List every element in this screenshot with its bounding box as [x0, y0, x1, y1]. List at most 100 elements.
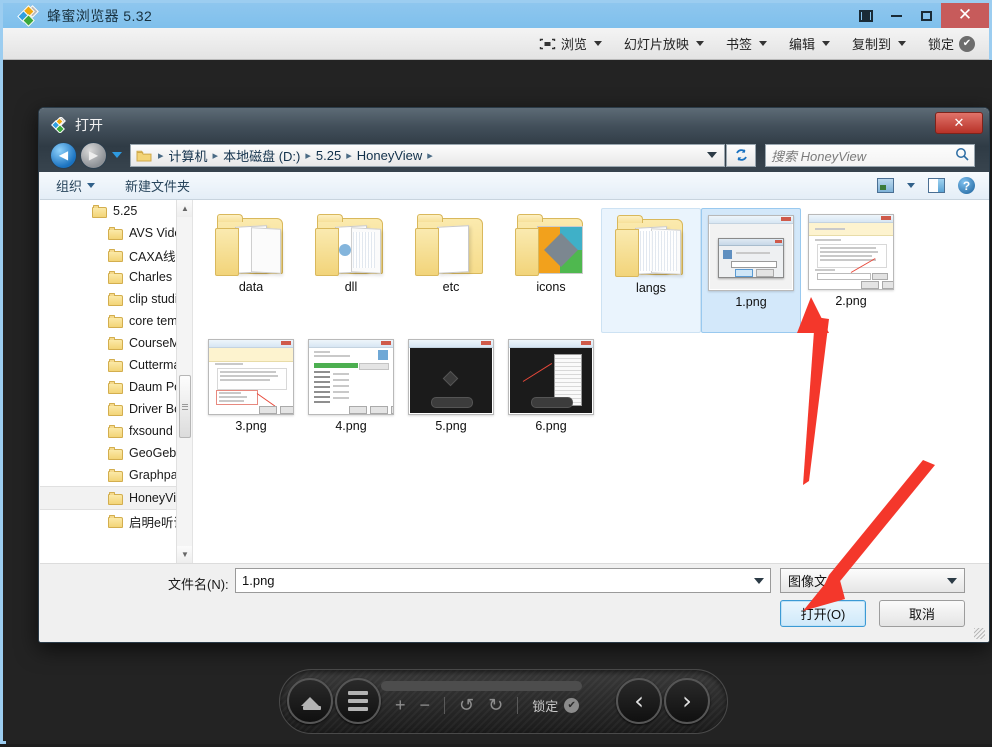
- folder-icon: [108, 226, 123, 240]
- rotate-ccw-icon[interactable]: ↺: [459, 695, 474, 716]
- breadcrumb-separator: ▸: [158, 149, 164, 162]
- tree-item-daum-pot[interactable]: Daum Pot: [40, 376, 192, 398]
- chevron-down-icon[interactable]: [707, 152, 717, 158]
- folder-icon: [108, 248, 123, 262]
- chevron-down-icon: [87, 183, 96, 188]
- preview-pane-icon[interactable]: [928, 178, 945, 193]
- breadcrumb-item-honeyview[interactable]: HoneyView: [354, 148, 426, 163]
- close-icon[interactable]: ✕: [941, 3, 989, 28]
- file-item-2png[interactable]: 2.png: [801, 208, 901, 333]
- window-controls: ✕: [851, 3, 989, 28]
- file-item-icons[interactable]: icons: [501, 208, 601, 333]
- open-file-dialog: 打开 ✕ ◀ ▶ ▸ 计算机 ▸ 本地磁盘 (D:) ▸ 5.25 ▸ Hone…: [38, 107, 990, 643]
- rotate-cw-icon[interactable]: ↻: [488, 695, 503, 716]
- menu-slideshow[interactable]: 幻灯片放映: [624, 34, 704, 53]
- dialog-title: 打开: [51, 115, 103, 135]
- menu-browse[interactable]: 浏览: [539, 34, 602, 53]
- resize-grip[interactable]: [974, 628, 985, 639]
- minimize-icon[interactable]: [881, 3, 911, 28]
- tree-item-caxa[interactable]: CAXA线切: [40, 244, 192, 266]
- file-row-2: 3.png 4.png 5.png 6.png: [201, 333, 989, 458]
- back-button[interactable]: ◀: [50, 141, 77, 169]
- file-item-langs[interactable]: langs: [601, 208, 701, 333]
- file-item-6png[interactable]: 6.png: [501, 333, 601, 458]
- menu-edit[interactable]: 编辑: [789, 34, 830, 53]
- divider: [444, 697, 446, 714]
- file-name: etc: [442, 280, 460, 294]
- tree-item-label: 5.25: [113, 204, 138, 218]
- filename-input[interactable]: 1.png: [235, 568, 771, 593]
- next-image-button[interactable]: ›: [664, 678, 710, 724]
- check-circle-icon: ✔: [959, 35, 975, 52]
- chevron-down-icon: [695, 41, 704, 46]
- maximize-icon[interactable]: [911, 3, 941, 28]
- scroll-down-icon[interactable]: ▼: [177, 546, 192, 563]
- file-item-data[interactable]: data: [201, 208, 301, 333]
- organize-button[interactable]: 组织: [56, 176, 96, 195]
- scroll-up-icon[interactable]: ▲: [177, 200, 192, 217]
- image-license-options-thumbnail: [208, 339, 294, 415]
- tree-item-honeyview[interactable]: HoneyVie: [40, 486, 192, 510]
- tree-item-core-temp[interactable]: core temp: [40, 310, 192, 332]
- cancel-button[interactable]: 取消: [879, 600, 965, 627]
- eject-icon[interactable]: [287, 678, 333, 724]
- tree-item-coursem[interactable]: CourseM: [40, 332, 192, 354]
- file-item-4png[interactable]: 4.png: [301, 333, 401, 458]
- tree-item-525[interactable]: 5.25: [40, 200, 192, 222]
- filetype-value: 图像文件: [788, 574, 841, 589]
- folder-icon: [136, 149, 152, 162]
- breadcrumb-separator: ▸: [305, 149, 311, 162]
- tree-item-graphpad[interactable]: Graphpad: [40, 464, 192, 486]
- breadcrumb-item-computer[interactable]: 计算机: [166, 146, 211, 165]
- file-item-5png[interactable]: 5.png: [401, 333, 501, 458]
- file-item-3png[interactable]: 3.png: [201, 333, 301, 458]
- file-name: 5.png: [435, 419, 467, 433]
- image-installer-language-thumbnail: [708, 215, 794, 291]
- chevron-down-icon: [947, 577, 957, 584]
- file-item-etc[interactable]: etc: [401, 208, 501, 333]
- file-item-1png[interactable]: 1.png: [701, 208, 801, 333]
- progress-slider[interactable]: [381, 681, 582, 691]
- tree-item-geogebra[interactable]: GeoGebra: [40, 442, 192, 464]
- tree-scrollbar[interactable]: ▲ ▼: [176, 200, 192, 563]
- file-name: data: [238, 280, 264, 294]
- tree-item-cutterman[interactable]: Cutterma: [40, 354, 192, 376]
- filetype-select[interactable]: 图像文件: [780, 568, 965, 593]
- tree-item-driver-bo[interactable]: Driver Bo: [40, 398, 192, 420]
- chevron-down-icon[interactable]: [907, 183, 915, 188]
- zoom-in-icon[interactable]: +: [395, 695, 406, 716]
- menu-slideshow-label: 幻灯片放映: [623, 37, 689, 52]
- folder-icon: [108, 336, 123, 350]
- search-box[interactable]: 搜索 HoneyView: [765, 143, 975, 167]
- scrollbar-thumb[interactable]: [179, 375, 191, 438]
- folder-icon: [92, 204, 107, 218]
- fullscreen-icon[interactable]: [851, 3, 881, 28]
- refresh-icon[interactable]: [726, 143, 756, 167]
- breadcrumb-item-drive[interactable]: 本地磁盘 (D:): [220, 146, 303, 165]
- zoom-out-icon[interactable]: −: [420, 695, 431, 716]
- new-folder-button[interactable]: 新建文件夹: [125, 176, 190, 195]
- tree-item-fxsound[interactable]: fxsound e: [40, 420, 192, 442]
- history-dropdown-icon[interactable]: [112, 152, 122, 158]
- tree-item-avs-video[interactable]: AVS Vide: [40, 222, 192, 244]
- breadcrumb[interactable]: ▸ 计算机 ▸ 本地磁盘 (D:) ▸ 5.25 ▸ HoneyView ▸: [130, 143, 725, 167]
- dialog-close-icon[interactable]: ✕: [935, 112, 983, 134]
- previous-image-button[interactable]: ‹: [616, 678, 662, 724]
- help-icon[interactable]: ?: [958, 177, 975, 194]
- menu-copy-to[interactable]: 复制到: [852, 34, 906, 53]
- tree-item-charles[interactable]: Charles: [40, 266, 192, 288]
- file-item-dll[interactable]: dll: [301, 208, 401, 333]
- filename-value: 1.png: [242, 573, 275, 588]
- dock-lock-toggle[interactable]: 锁定 ✔: [532, 696, 580, 715]
- menu-bookmarks[interactable]: 书签: [726, 34, 767, 53]
- forward-button[interactable]: ▶: [80, 141, 107, 169]
- menu-lock[interactable]: 锁定 ✔: [928, 34, 975, 53]
- view-mode-icon[interactable]: [877, 178, 894, 193]
- open-button[interactable]: 打开(O): [780, 600, 866, 627]
- search-input[interactable]: 搜索 HoneyView: [771, 146, 955, 165]
- tree-item-qiming[interactable]: 启明e听说: [40, 510, 192, 532]
- hamburger-menu-icon[interactable]: [335, 678, 381, 724]
- breadcrumb-item-525[interactable]: 5.25: [313, 148, 344, 163]
- tree-item-clip-studio[interactable]: clip studio: [40, 288, 192, 310]
- chevron-down-icon[interactable]: [754, 577, 764, 584]
